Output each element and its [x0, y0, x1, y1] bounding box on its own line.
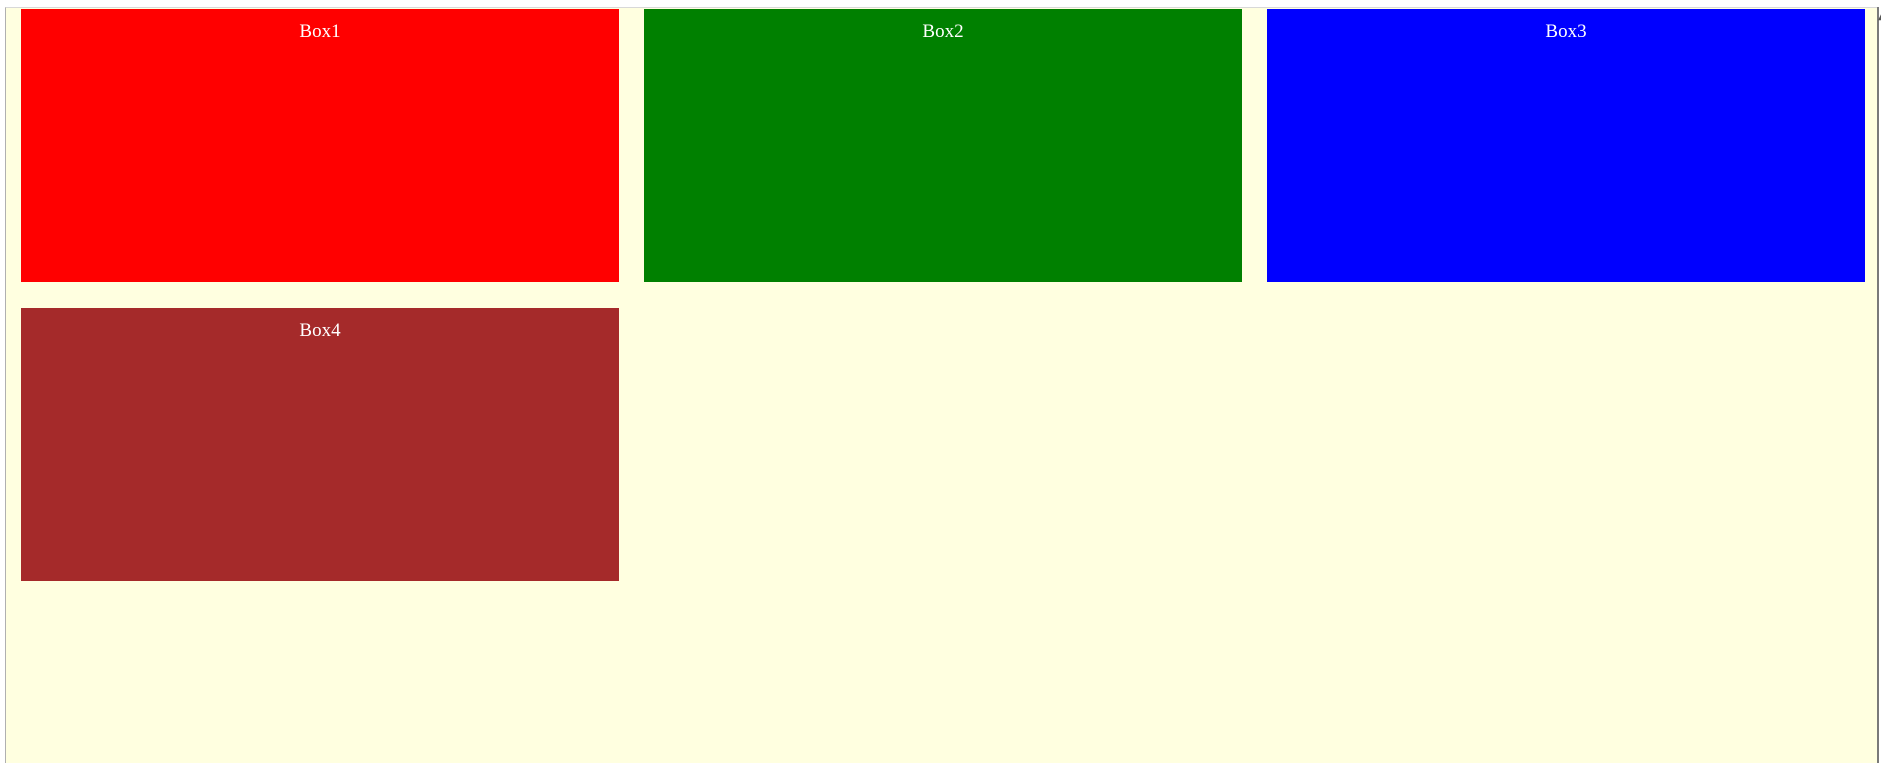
box-1-label: Box1: [299, 21, 341, 42]
box-4: Box4: [21, 308, 619, 581]
box-2-label: Box2: [922, 21, 964, 42]
box-grid: Box1 Box2 Box3 Box4: [21, 9, 1865, 581]
box-1: Box1: [21, 9, 619, 282]
box-2: Box2: [644, 9, 1242, 282]
box-3-label: Box3: [1545, 21, 1587, 42]
box-3: Box3: [1267, 9, 1865, 282]
box-4-label: Box4: [299, 320, 341, 341]
page-viewport: Box1 Box2 Box3 Box4: [5, 7, 1877, 763]
window-right-border: [1877, 7, 1879, 763]
